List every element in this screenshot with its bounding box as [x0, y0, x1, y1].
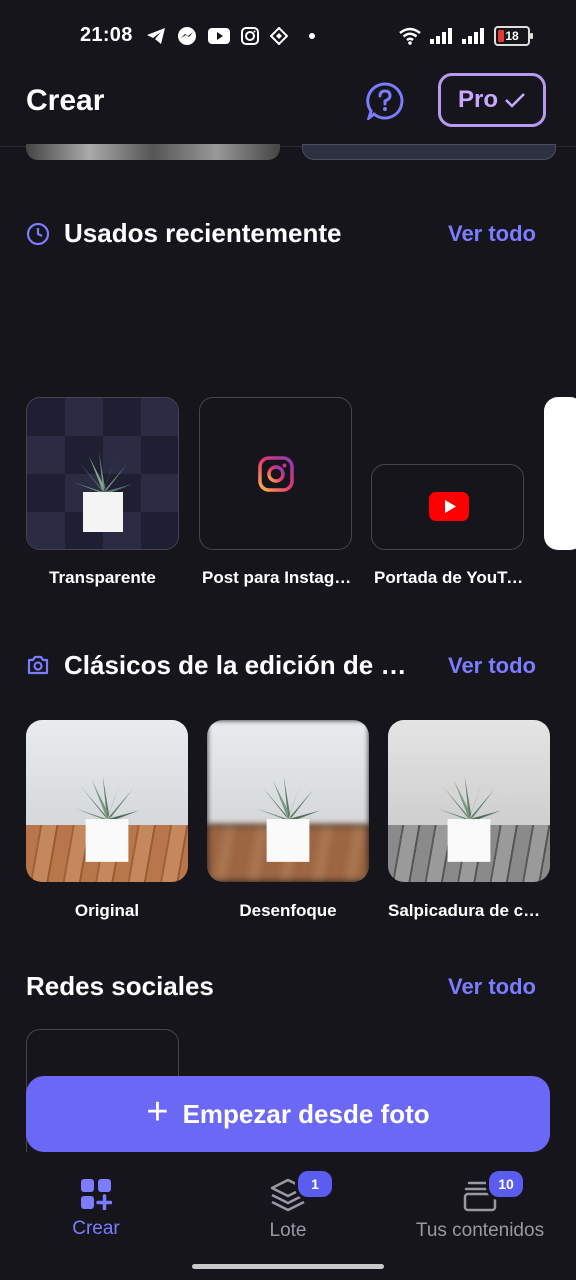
status-system-icons: 18 [398, 26, 533, 46]
recent-section-title: Usados recientemente [64, 218, 342, 248]
youtube-icon [208, 28, 230, 44]
classic-item-original[interactable] [26, 720, 188, 882]
recent-item-label: Transparente [49, 568, 156, 587]
create-grid-icon [81, 1179, 112, 1210]
plant-icon [74, 776, 140, 862]
recent-item-transparent[interactable] [26, 397, 179, 550]
photo-thumbnail [26, 720, 188, 882]
scrolled-thumbnail[interactable] [302, 144, 556, 160]
page-title: Crear [26, 84, 105, 117]
youtube-icon [429, 492, 469, 521]
nav-label: Lote [269, 1220, 307, 1241]
instagram-icon [241, 27, 259, 45]
plant-icon [73, 452, 133, 532]
start-from-photo-label: Empezar desde foto [182, 1098, 430, 1129]
signal-icon [462, 28, 484, 44]
camera-icon [27, 655, 49, 675]
recent-item-label: Post para Instagram [202, 568, 352, 587]
recent-item-instagram-post[interactable] [199, 397, 352, 550]
status-time: 21:08 [80, 24, 133, 46]
classics-see-all-link[interactable]: Ver todo [448, 653, 536, 679]
pro-label: Pro [457, 86, 498, 113]
classics-section-title: Clásicos de la edición de fotos [64, 650, 408, 680]
plus-icon: + [146, 1091, 169, 1133]
nav-item-tus-contenidos[interactable]: Tus contenidos 10 [384, 1160, 576, 1250]
plant-icon [255, 776, 321, 862]
nav-label: Tus contenidos [415, 1220, 545, 1241]
lote-count-badge: 1 [295, 1168, 335, 1200]
help-icon[interactable] [366, 82, 404, 120]
check-icon [505, 93, 525, 108]
social-section-title: Redes sociales [26, 971, 214, 1001]
battery-level: 18 [505, 29, 519, 43]
classic-item-label: Salpicadura de color [388, 901, 550, 920]
photo-thumbnail [207, 720, 369, 882]
classic-item-label: Original [74, 901, 140, 920]
nav-item-crear[interactable]: Crear [0, 1160, 192, 1250]
classic-item-blur[interactable] [207, 720, 369, 882]
scrolled-thumbnail[interactable] [26, 144, 280, 160]
wifi-icon [399, 27, 421, 45]
binance-icon [270, 27, 288, 45]
start-from-photo-button[interactable]: + Empezar desde foto [26, 1076, 550, 1152]
plant-icon [436, 776, 502, 862]
photo-thumbnail [388, 720, 550, 882]
clock-icon [26, 222, 50, 246]
instagram-icon [258, 456, 294, 492]
recent-see-all-link[interactable]: Ver todo [448, 221, 536, 247]
partial-card[interactable] [544, 397, 576, 550]
messenger-icon [178, 27, 196, 45]
social-see-all-link[interactable]: Ver todo [448, 974, 536, 1000]
classic-item-color-splash[interactable] [388, 720, 550, 882]
pro-button[interactable]: Pro [438, 73, 546, 127]
contents-count-badge: 10 [486, 1168, 526, 1200]
signal-icon [430, 28, 452, 44]
home-indicator[interactable] [192, 1264, 384, 1269]
nav-label: Crear [72, 1218, 120, 1239]
status-notification-icons [146, 26, 315, 46]
telegram-icon [147, 28, 165, 44]
dot-icon [309, 33, 315, 39]
recent-item-label: Portada de YouTube [374, 568, 524, 587]
recent-item-youtube-cover[interactable] [371, 464, 524, 550]
battery-icon: 18 [494, 26, 533, 46]
nav-item-lote[interactable]: Lote 1 [192, 1160, 384, 1250]
classic-item-label: Desenfoque [239, 901, 337, 920]
